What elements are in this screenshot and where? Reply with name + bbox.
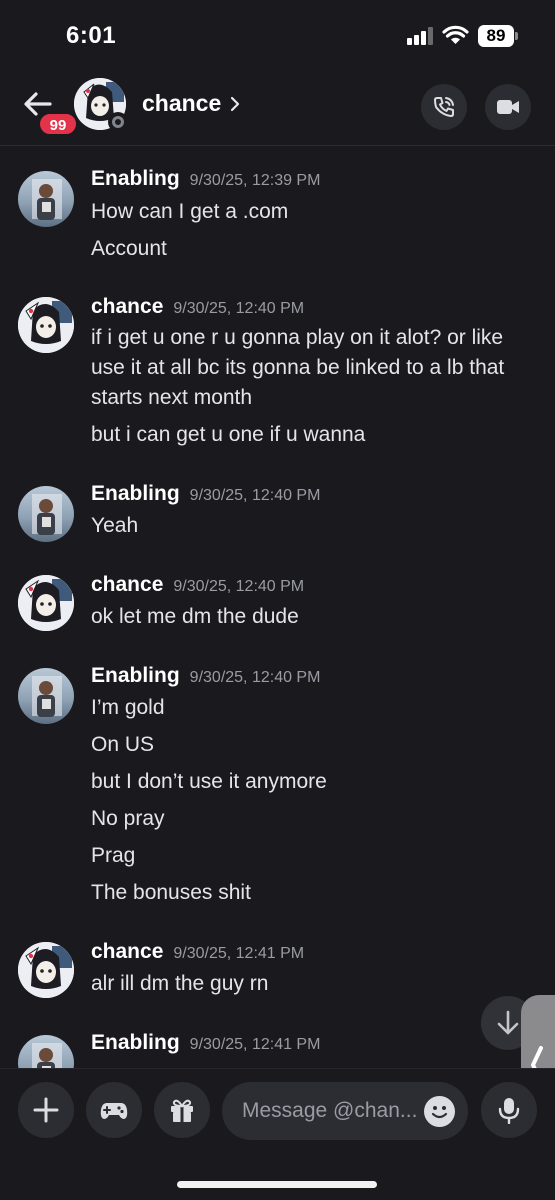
- message-text: No pray: [91, 807, 165, 830]
- message-text: but I don’t use it anymore: [91, 770, 327, 793]
- offline-status-dot: [108, 112, 128, 132]
- message-author[interactable]: Enabling 9/30/25, 12:40 PM: [91, 482, 320, 506]
- battery-tip: [515, 32, 518, 40]
- cellular-signal-icon: [407, 27, 433, 45]
- message-author[interactable]: chance 9/30/25, 12:40 PM: [91, 573, 304, 597]
- chat-header: 99 chance: [0, 70, 555, 146]
- battery-indicator: 89: [478, 25, 514, 47]
- video-call-button[interactable]: [485, 84, 531, 130]
- user-avatar[interactable]: [18, 668, 74, 724]
- phone-icon: [434, 97, 454, 117]
- gift-button[interactable]: [154, 1082, 210, 1138]
- user-avatar[interactable]: [18, 942, 74, 998]
- author-name[interactable]: Enabling: [91, 167, 180, 190]
- plus-icon: [33, 1097, 59, 1123]
- message-timestamp: 9/30/25, 12:40 PM: [189, 487, 321, 504]
- message-text: but i can get u one if u wanna: [91, 423, 366, 446]
- status-bar: 6:01 89: [0, 0, 555, 70]
- message-text: use it at all bc its gonna be linked to …: [91, 356, 505, 379]
- author-name[interactable]: chance: [91, 573, 163, 596]
- wifi-icon: [442, 25, 469, 44]
- add-attachment-button[interactable]: [18, 1082, 74, 1138]
- message-author[interactable]: Enabling 9/30/25, 12:40 PM: [91, 664, 320, 688]
- message-timestamp: 9/30/25, 12:40 PM: [173, 300, 305, 317]
- user-avatar[interactable]: [18, 1035, 74, 1068]
- author-name[interactable]: Enabling: [91, 482, 180, 505]
- message-text: I’m gold: [91, 696, 165, 719]
- message-timestamp: 9/30/25, 12:41 PM: [173, 945, 305, 962]
- arrow-down-icon: [497, 1010, 519, 1035]
- user-avatar[interactable]: [18, 486, 74, 542]
- author-name[interactable]: chance: [91, 940, 163, 963]
- user-avatar[interactable]: [18, 297, 74, 353]
- message-list[interactable]: Enabling 9/30/25, 12:39 PM How can I get …: [0, 147, 555, 1068]
- message-timestamp: 9/30/25, 12:39 PM: [189, 172, 321, 189]
- message-text: alr ill dm the guy rn: [91, 972, 269, 995]
- emoji-icon: [431, 1106, 448, 1119]
- gamepad-icon: [100, 1103, 128, 1119]
- user-avatar[interactable]: [18, 171, 74, 227]
- chevron-right-icon[interactable]: [229, 95, 241, 113]
- user-avatar[interactable]: [18, 575, 74, 631]
- message-text: The bonuses shit: [91, 881, 251, 904]
- author-name[interactable]: chance: [91, 295, 163, 318]
- message-timestamp: 9/30/25, 12:41 PM: [189, 1036, 321, 1053]
- video-camera-icon: [497, 100, 519, 114]
- message-author[interactable]: Enabling 9/30/25, 12:41 PM: [91, 1031, 320, 1055]
- message-text: if i get u one r u gonna play on it alot…: [91, 326, 504, 349]
- message-author[interactable]: Enabling 9/30/25, 12:39 PM: [91, 167, 320, 191]
- message-text: Prag: [91, 844, 136, 867]
- home-indicator: [177, 1181, 377, 1188]
- message-author[interactable]: chance 9/30/25, 12:41 PM: [91, 940, 304, 964]
- status-time: 6:01: [66, 22, 117, 49]
- message-timestamp: 9/30/25, 12:40 PM: [189, 669, 321, 686]
- microphone-icon: [498, 1098, 520, 1124]
- voice-message-button[interactable]: [481, 1082, 537, 1138]
- message-text: How can I get a .com: [91, 200, 289, 223]
- voice-call-button[interactable]: [421, 84, 467, 130]
- author-name[interactable]: Enabling: [91, 664, 180, 687]
- message-text: Yeah: [91, 514, 139, 537]
- unread-badge: 99: [38, 112, 78, 136]
- message-text: starts next month: [91, 386, 253, 409]
- message-text: On US: [91, 733, 155, 756]
- author-name[interactable]: Enabling: [91, 1031, 180, 1054]
- message-text: ok let me dm the dude: [91, 605, 299, 628]
- header-username[interactable]: chance: [142, 90, 221, 117]
- gift-icon: [171, 1099, 193, 1122]
- activities-button[interactable]: [86, 1082, 142, 1138]
- emoji-button[interactable]: [424, 1096, 455, 1127]
- message-timestamp: 9/30/25, 12:40 PM: [173, 578, 305, 595]
- message-text: Account: [91, 237, 167, 260]
- message-author[interactable]: chance 9/30/25, 12:40 PM: [91, 295, 304, 319]
